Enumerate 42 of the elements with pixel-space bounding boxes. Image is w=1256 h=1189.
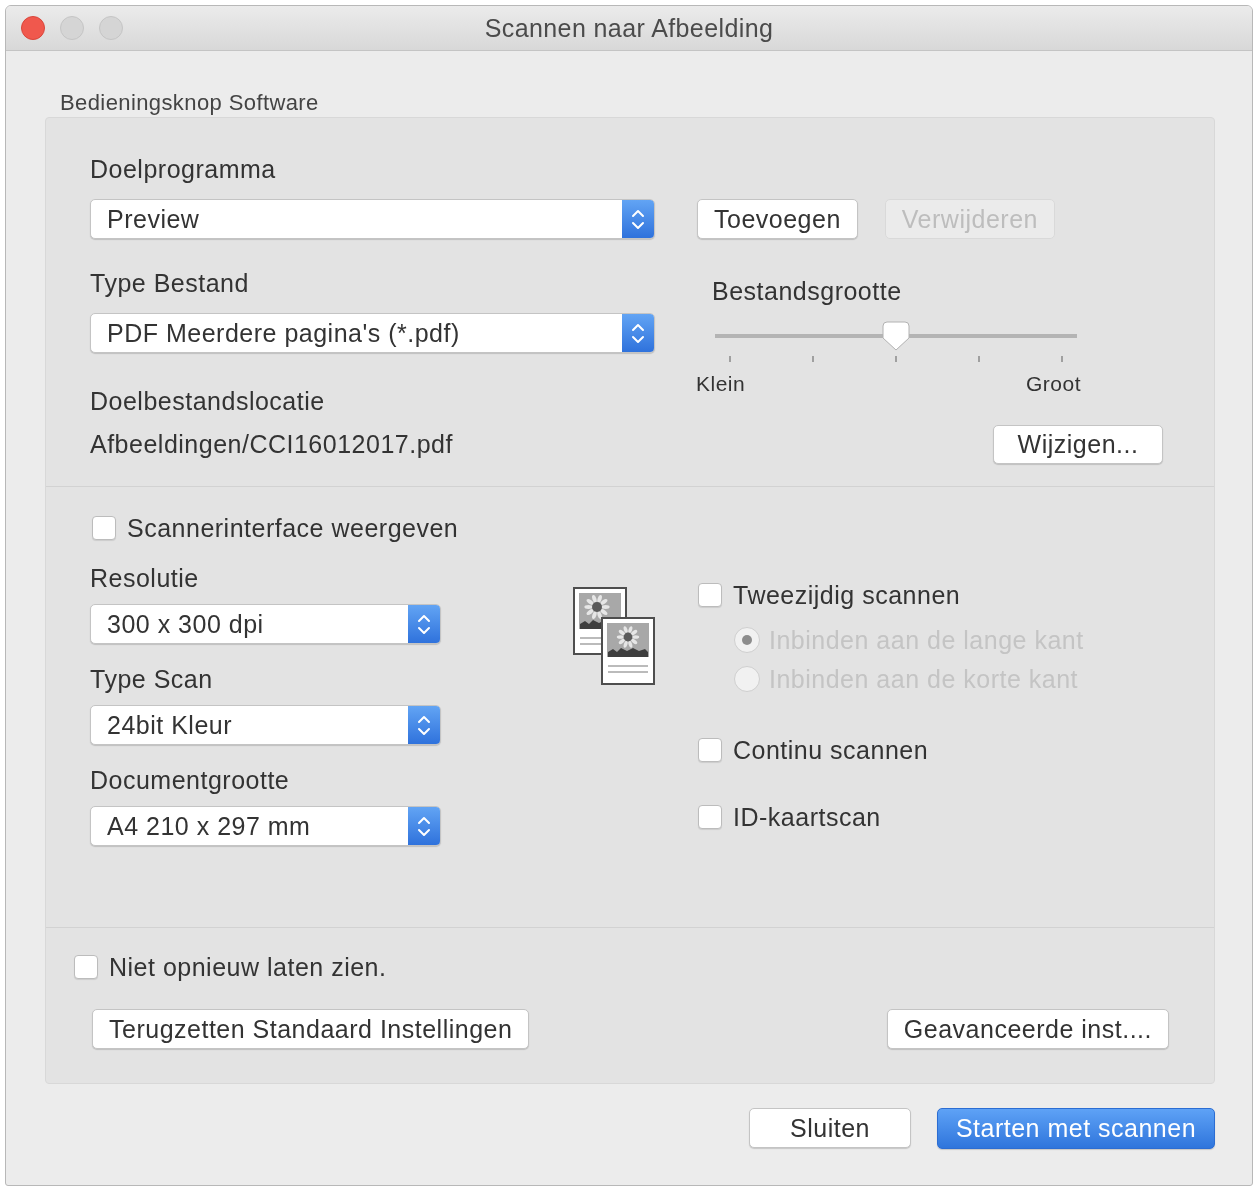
updown-chevron-icon (622, 314, 654, 352)
updown-chevron-icon (408, 605, 440, 643)
checkbox[interactable] (92, 516, 116, 540)
close-button[interactable]: Sluiten (749, 1108, 911, 1148)
updown-chevron-icon (408, 807, 440, 845)
scale-label: Klein (696, 372, 746, 396)
checkbox-label: Tweezijdig scannen (733, 580, 961, 610)
field-label: Documentgrootte (90, 765, 290, 795)
field-label: Doelbestandslocatie (90, 386, 325, 416)
reset-defaults-button[interactable]: Terugzetten Standaard Instellingen (92, 1009, 530, 1049)
documents-icon (573, 587, 655, 685)
group-label: Bedieningsknop Software (60, 91, 319, 115)
minimize-icon[interactable] (60, 16, 84, 40)
dropdown[interactable]: Preview (90, 199, 655, 239)
close-icon[interactable] (21, 16, 45, 40)
slider-thumb[interactable] (882, 321, 910, 351)
updown-chevron-icon (408, 706, 440, 744)
change-button[interactable]: Wijzigen... (993, 425, 1163, 464)
dropdown[interactable]: 300 x 300 dpi (90, 604, 441, 644)
checkbox-label: Niet opnieuw laten zien. (109, 952, 387, 982)
checkbox-label: ID-kaartscan (733, 802, 881, 832)
checkbox[interactable] (74, 955, 98, 979)
dropdown[interactable]: 24bit Kleur (90, 705, 441, 745)
updown-chevron-icon (622, 200, 654, 238)
zoom-icon[interactable] (99, 16, 123, 40)
field-label: Resolutie (90, 563, 199, 593)
checkbox[interactable] (698, 805, 722, 829)
dropdown[interactable]: PDF Meerdere pagina's (*.pdf) (90, 313, 655, 353)
add-button[interactable]: Toevoegen (697, 199, 858, 239)
window-title: Scannen naar Afbeelding (484, 13, 774, 43)
advanced-settings-button[interactable]: Geavanceerde inst.... (886, 1009, 1169, 1049)
dropdown[interactable]: A4 210 x 297 mm (90, 806, 441, 846)
field-label: Doelprogramma (90, 154, 276, 184)
field-label: Type Scan (90, 664, 213, 694)
scale-label: Groot (1025, 372, 1081, 396)
field-label: Bestandsgrootte (712, 276, 902, 306)
checkbox-label: Scannerinterface weergeven (127, 513, 459, 543)
checkbox[interactable] (698, 583, 722, 607)
checkbox[interactable] (698, 738, 722, 762)
file-path: Afbeeldingen/CCI16012017.pdf (90, 429, 453, 459)
field-label: Type Bestand (90, 268, 249, 298)
checkbox-label: Continu scannen (733, 735, 929, 765)
